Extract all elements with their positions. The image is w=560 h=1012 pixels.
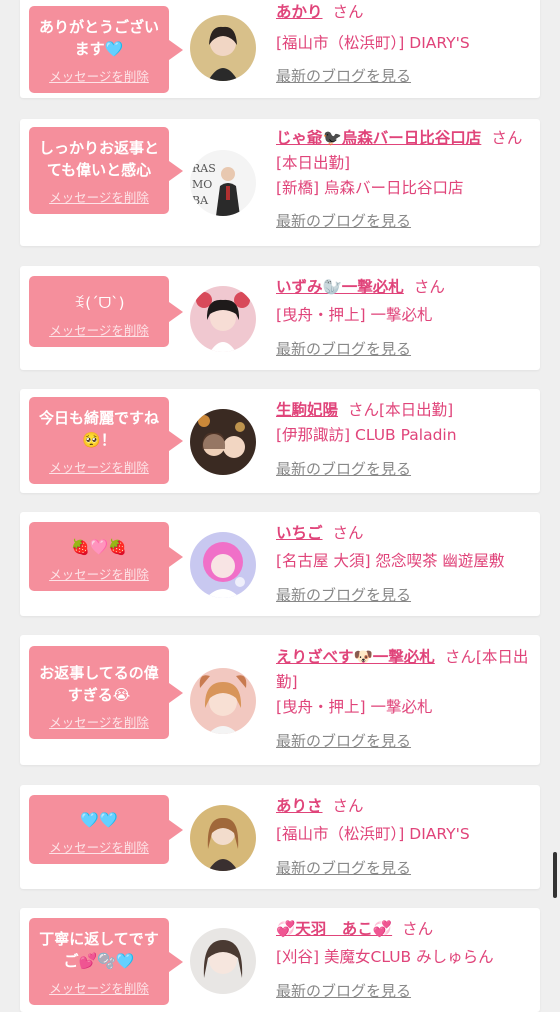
shop-info: [福山市（松浜町）] DIARY'S: [276, 825, 470, 843]
message-card: 🩵🩵 メッセージを削除 ありさ さん [福山市（松浜町）] DIARY'S 最新の…: [20, 785, 540, 889]
avatar-photo: RAS MO BA: [190, 150, 256, 216]
delete-message-link[interactable]: メッセージを削除: [49, 320, 149, 339]
message-card: しっかりお返事とても偉いと感心 メッセージを削除 RAS MO BA じゃ爺🐦‍⬛烏…: [20, 119, 540, 246]
message-text: しっかりお返事とても偉いと感心: [38, 139, 159, 179]
scrollbar-thumb[interactable]: [553, 852, 557, 898]
honorific: さん: [413, 278, 445, 296]
avatar[interactable]: [190, 15, 256, 81]
cast-name-link[interactable]: えりざべす🐶一撃必札: [276, 648, 435, 666]
latest-blog-link[interactable]: 最新のブログを見る: [276, 729, 532, 754]
message-bubble: しっかりお返事とても偉いと感心 メッセージを削除: [29, 127, 183, 214]
attendance-status: [本日出勤]: [276, 154, 351, 172]
latest-blog-link[interactable]: 最新のブログを見る: [276, 337, 532, 362]
avatar-photo: [190, 286, 256, 352]
honorific: さん: [332, 524, 364, 542]
svg-text:BA: BA: [192, 194, 209, 207]
delete-message-link[interactable]: メッセージを削除: [49, 712, 149, 731]
message-bubble: 丁寧に返してですご💕🫧🩵 メッセージを削除: [29, 918, 183, 1005]
message-card: 丁寧に返してですご💕🫧🩵 メッセージを削除 💞天羽 あこ💞 さん [刈谷] 美魔女…: [20, 908, 540, 1012]
cast-name-link[interactable]: 💞天羽 あこ💞: [276, 920, 392, 938]
message-text: ꉂ(ˊᗜˋ): [73, 294, 125, 312]
avatar[interactable]: [190, 668, 256, 734]
avatar[interactable]: RAS MO BA: [190, 150, 256, 216]
honorific: さん: [444, 648, 476, 666]
avatar-photo: [190, 805, 256, 871]
avatar[interactable]: [190, 928, 256, 994]
message-card: 今日も綺麗ですね🥺！ メッセージを削除 生駒妃陽 さん[本日出勤] [伊那諏訪] …: [20, 389, 540, 493]
delete-message-link[interactable]: メッセージを削除: [49, 564, 149, 583]
message-text: 丁寧に返してですご💕🫧🩵: [39, 930, 159, 970]
message-card: 🍓🩷🍓 メッセージを削除 いちご さん [名古屋 大須] 怨念喫茶 幽遊屋敷 最新…: [20, 512, 540, 616]
avatar-photo: [190, 532, 256, 598]
shop-info: [名古屋 大須] 怨念喫茶 幽遊屋敷: [276, 552, 505, 570]
message-card: ꉂ(ˊᗜˋ) メッセージを削除 いずみ🦭一撃必札 さん [曳舟・押上] 一撃必札 …: [20, 266, 540, 370]
avatar-photo: [190, 15, 256, 81]
message-bubble: ꉂ(ˊᗜˋ) メッセージを削除: [29, 276, 183, 347]
attendance-status: [本日出勤]: [379, 401, 454, 419]
avatar-photo: [190, 668, 256, 734]
latest-blog-link[interactable]: 最新のブログを見る: [276, 64, 532, 89]
avatar-photo: [190, 928, 256, 994]
message-text: ありがとうございます🩵: [38, 18, 159, 58]
message-text: 🍓🩷🍓: [70, 538, 128, 556]
message-text: 🩵🩵: [80, 811, 118, 829]
message-bubble: 🩵🩵 メッセージを削除: [29, 795, 183, 864]
latest-blog-link[interactable]: 最新のブログを見る: [276, 457, 532, 482]
shop-info: [伊那諏訪] CLUB Paladin: [276, 426, 457, 444]
delete-message-link[interactable]: メッセージを削除: [49, 978, 149, 997]
message-text: お返事してるの偉すぎる😭: [39, 664, 159, 704]
cast-name-link[interactable]: あかり: [276, 3, 323, 21]
message-bubble: 今日も綺麗ですね🥺！ メッセージを削除: [29, 397, 183, 484]
latest-blog-link[interactable]: 最新のブログを見る: [276, 209, 532, 234]
delete-message-link[interactable]: メッセージを削除: [49, 66, 149, 85]
message-card: ありがとうございます🩵 メッセージを削除 あかり さん [福山市（松浜町）] DI…: [20, 0, 540, 98]
avatar[interactable]: [190, 532, 256, 598]
latest-blog-link[interactable]: 最新のブログを見る: [276, 979, 532, 1004]
shop-info: [新橋] 烏森バー日比谷口店: [276, 179, 464, 197]
shop-info: [曳舟・押上] 一撃必札: [276, 306, 433, 324]
avatar[interactable]: [190, 286, 256, 352]
cast-name-link[interactable]: いちご: [276, 524, 323, 542]
avatar[interactable]: [190, 805, 256, 871]
message-bubble: お返事してるの偉すぎる😭 メッセージを削除: [29, 646, 183, 739]
shop-info: [曳舟・押上] 一撃必札: [276, 698, 433, 716]
message-text: 今日も綺麗ですね🥺！: [38, 409, 159, 449]
delete-message-link[interactable]: メッセージを削除: [49, 837, 149, 856]
honorific: さん: [491, 129, 523, 147]
svg-text:MO: MO: [192, 178, 212, 191]
delete-message-link[interactable]: メッセージを削除: [49, 457, 149, 476]
avatar-photo: [190, 409, 256, 475]
latest-blog-link[interactable]: 最新のブログを見る: [276, 583, 532, 608]
cast-name-link[interactable]: 生駒妃陽: [276, 401, 338, 419]
cast-name-link[interactable]: ありさ: [276, 797, 323, 815]
message-bubble: ありがとうございます🩵 メッセージを削除: [29, 6, 183, 93]
honorific: さん: [348, 401, 380, 419]
svg-text:RAS: RAS: [192, 162, 216, 175]
honorific: さん: [402, 920, 434, 938]
latest-blog-link[interactable]: 最新のブログを見る: [276, 856, 532, 881]
avatar[interactable]: [190, 409, 256, 475]
delete-message-link[interactable]: メッセージを削除: [49, 187, 149, 206]
shop-info: [福山市（松浜町）] DIARY'S: [276, 34, 470, 52]
message-card: お返事してるの偉すぎる😭 メッセージを削除 えりざべす🐶一撃必札 さん[本日出勤]…: [20, 635, 540, 765]
honorific: さん: [332, 797, 364, 815]
cast-name-link[interactable]: いずみ🦭一撃必札: [276, 278, 404, 296]
shop-info: [刈谷] 美魔女CLUB みしゅらん: [276, 948, 494, 966]
honorific: さん: [332, 3, 364, 21]
message-bubble: 🍓🩷🍓 メッセージを削除: [29, 522, 183, 591]
cast-name-link[interactable]: じゃ爺🐦‍⬛烏森バー日比谷口店: [276, 129, 481, 147]
